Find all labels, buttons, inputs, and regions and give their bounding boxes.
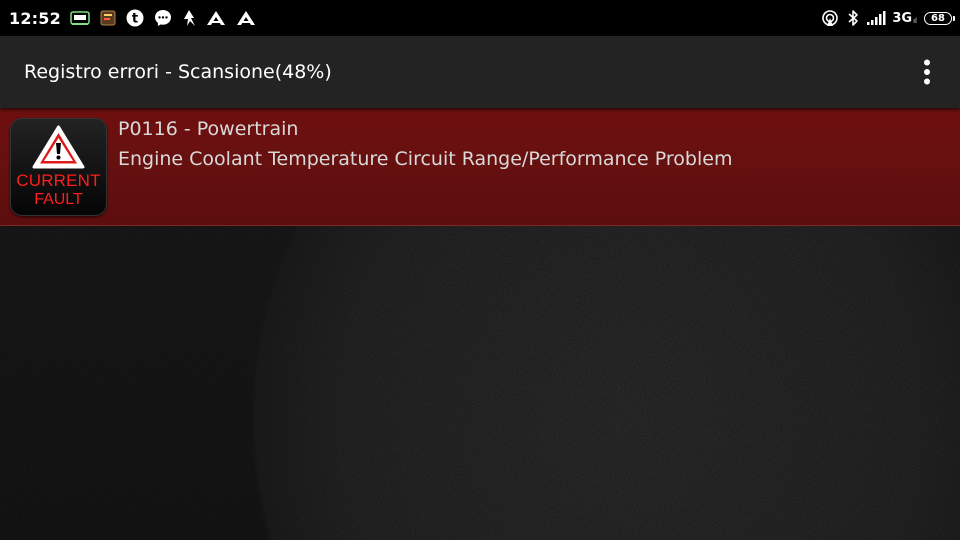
status-right: 3G ıl 68 [813, 0, 955, 36]
signal-icon [867, 11, 887, 25]
status-bar: 12:52 t 3G ıl 68 [0, 0, 960, 36]
current-fault-badge: CURRENT FAULT [10, 118, 107, 216]
fault-list: CURRENT FAULT P0116 - Powertrain Engine … [0, 108, 960, 226]
app-bar: Registro errori - Scansione(48%) [0, 36, 960, 108]
battery-icon: 68 [924, 11, 955, 25]
status-time: 12:52 [9, 8, 61, 28]
battery-level: 68 [931, 12, 945, 24]
overflow-menu-button[interactable] [903, 48, 951, 96]
more-vertical-icon [924, 59, 930, 85]
status-left: 12:52 t [9, 0, 813, 36]
obd-app-icon [70, 10, 90, 26]
torque-app-icon [100, 10, 116, 26]
drive-a-icon [206, 10, 226, 26]
bluetooth-icon [847, 9, 859, 27]
screen: 12:52 t 3G ıl 68 Registro errori - Scans… [0, 0, 960, 540]
t-app-icon: t [126, 9, 144, 27]
drive-a-icon [236, 10, 256, 26]
badge-line-1: CURRENT [16, 171, 101, 190]
badge-line-2: FAULT [34, 191, 83, 208]
fault-list-item[interactable]: CURRENT FAULT P0116 - Powertrain Engine … [0, 108, 960, 226]
network-activity: ıl [913, 17, 917, 25]
svg-text:t: t [132, 12, 138, 27]
hotspot-icon [821, 9, 839, 27]
page-title: Registro errori - Scansione(48%) [24, 61, 332, 83]
messenger-icon [154, 9, 172, 27]
warning-triangle-icon [32, 125, 85, 169]
network-type: 3G [892, 10, 913, 26]
fault-code: P0116 - Powertrain [118, 118, 299, 140]
fault-description: Engine Coolant Temperature Circuit Range… [118, 148, 733, 170]
mountain-icon [182, 9, 196, 27]
